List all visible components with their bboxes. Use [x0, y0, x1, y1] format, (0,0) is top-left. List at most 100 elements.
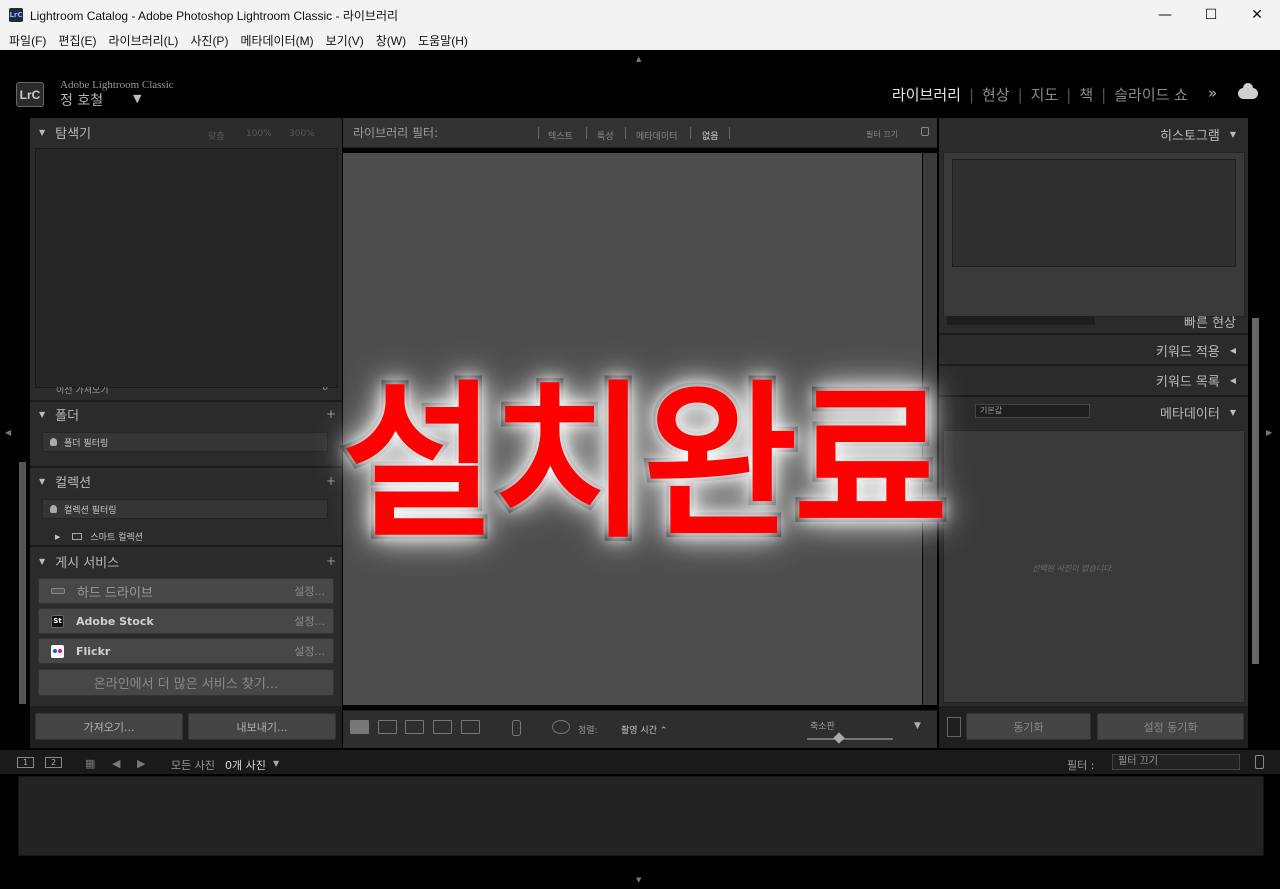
menu-bar: 파일(F) 편집(E) 라이브러리(L) 사진(P) 메타데이터(M) 보기(V…: [0, 30, 1280, 50]
histogram-header[interactable]: 히스토그램 ▼: [939, 120, 1248, 148]
back-arrow-icon[interactable]: ◀: [112, 757, 120, 770]
thumbnail-size-slider[interactable]: [807, 738, 893, 740]
sync-settings-button[interactable]: 설정 동기화: [1097, 713, 1244, 740]
filter-tab-text[interactable]: 텍스트: [548, 129, 573, 142]
hard-drive-service[interactable]: 하드 드라이브 설정...: [38, 578, 334, 604]
find-more-services-button[interactable]: 온라인에서 더 많은 서비스 찾기...: [38, 669, 334, 696]
flickr-service[interactable]: Flickr 설정...: [38, 638, 334, 664]
user-name[interactable]: 정 호철: [60, 90, 103, 110]
cloud-icon[interactable]: [1238, 83, 1258, 99]
saved-preset-select[interactable]: [947, 316, 1095, 325]
more-modules-icon[interactable]: »: [1208, 84, 1217, 102]
survey-view-icon[interactable]: [433, 720, 452, 734]
secondary-window-button[interactable]: 2: [45, 757, 62, 768]
filmstrip[interactable]: [18, 776, 1264, 856]
collections-header[interactable]: ▼ 컬렉션 +: [30, 467, 342, 495]
histogram-graph: [952, 159, 1236, 267]
filter-tab-metadata[interactable]: 메타데이터: [636, 129, 677, 142]
import-button[interactable]: 가져오기...: [35, 713, 183, 740]
zoom-300[interactable]: 300%: [289, 129, 315, 139]
adobe-stock-settings[interactable]: 설정...: [294, 613, 325, 629]
export-button[interactable]: 내보내기...: [188, 713, 336, 740]
left-panel-scrollbar[interactable]: [19, 462, 26, 704]
menu-photo[interactable]: 사진(P): [184, 32, 234, 49]
filter-tab-none[interactable]: 없음: [702, 129, 719, 142]
menu-window[interactable]: 창(W): [370, 32, 412, 49]
filmstrip-lock-icon[interactable]: [1255, 755, 1264, 769]
spray-can-icon[interactable]: [512, 720, 521, 736]
keyword-list-header[interactable]: 키워드 목록 ◀: [939, 366, 1248, 394]
module-library[interactable]: 라이브러리: [884, 84, 969, 105]
triangle-left-icon: ◀: [1229, 345, 1236, 355]
quick-develop-header[interactable]: 빠른 현상: [939, 316, 1248, 332]
triangle-down-icon: ▼: [39, 476, 46, 486]
menu-metadata[interactable]: 메타데이터(M): [234, 32, 319, 49]
grid-icon[interactable]: ▦: [85, 757, 95, 770]
menu-view[interactable]: 보기(V): [320, 32, 370, 49]
filmstrip-source[interactable]: 모든 사진: [171, 757, 215, 773]
auto-sync-toggle[interactable]: [947, 717, 961, 737]
filter-tab-attribute[interactable]: 특성: [597, 129, 614, 142]
menu-edit[interactable]: 편집(E): [52, 32, 102, 49]
close-button[interactable]: ✕: [1234, 0, 1280, 30]
menu-library[interactable]: 라이브러리(L): [102, 32, 184, 49]
flickr-settings[interactable]: 설정...: [294, 643, 325, 659]
filmstrip-filter-select[interactable]: 필터 끄기: [1112, 754, 1240, 770]
grid-view-icon[interactable]: [350, 720, 369, 734]
collection-filter-input[interactable]: 컬렉션 필터링: [42, 499, 328, 519]
folder-filter-placeholder: 폴더 필터링: [64, 438, 109, 449]
compare-view-icon[interactable]: [405, 720, 424, 734]
module-slideshow[interactable]: 슬라이드 쇼: [1106, 84, 1196, 105]
hard-drive-icon: [51, 588, 65, 594]
separator: [625, 127, 626, 139]
triangle-right-icon: ▶: [55, 532, 61, 541]
previous-import-row[interactable]: 이전 가져오기 0: [40, 387, 338, 395]
sort-order-select[interactable]: 촬영 시간 ⌃: [621, 723, 667, 736]
zoom-fit[interactable]: 맞춤: [208, 129, 225, 142]
right-panel-scrollbar[interactable]: [1252, 318, 1259, 664]
lock-icon[interactable]: [921, 127, 929, 136]
sort-label: 정렬:: [578, 726, 598, 736]
left-panel-toggle-icon[interactable]: ◀: [5, 428, 11, 437]
triangle-down-icon: ▼: [39, 127, 46, 137]
forward-arrow-icon[interactable]: ▶: [137, 757, 145, 770]
loupe-view-icon[interactable]: [378, 720, 397, 734]
hard-drive-settings[interactable]: 설정...: [294, 583, 325, 599]
primary-window-button[interactable]: 1: [17, 757, 34, 768]
right-panel-toggle-icon[interactable]: ▶: [1266, 428, 1272, 437]
module-map[interactable]: 지도: [1023, 84, 1067, 105]
smart-collection-item[interactable]: ▶ 스마트 컬렉션: [55, 530, 143, 544]
count-chevron-down-icon[interactable]: ▼: [273, 759, 279, 768]
filmstrip-photo-count[interactable]: 0개 사진: [225, 757, 266, 773]
module-book[interactable]: 책: [1071, 84, 1101, 105]
menu-help[interactable]: 도움말(H): [412, 32, 474, 49]
metadata-title: 메타데이터: [1160, 406, 1220, 422]
zoom-100[interactable]: 100%: [246, 129, 272, 139]
folder-filter-input[interactable]: 폴더 필터링: [42, 432, 328, 452]
publish-services-header[interactable]: ▼ 게시 서비스 +: [30, 547, 342, 575]
add-service-icon[interactable]: +: [326, 554, 336, 568]
filter-off-preset[interactable]: 필터 끄기: [866, 129, 898, 140]
top-panel-toggle-icon[interactable]: ▲: [636, 55, 641, 63]
metadata-preset-select[interactable]: 기본값: [975, 404, 1090, 418]
adobe-stock-service[interactable]: St Adobe Stock 설정...: [38, 608, 334, 634]
user-caret-icon[interactable]: ▼: [133, 92, 141, 105]
sync-button[interactable]: 동기화: [966, 713, 1091, 740]
folders-header[interactable]: ▼ 폴더 +: [30, 400, 342, 428]
publish-services-title: 게시 서비스: [55, 555, 120, 571]
sort-direction-icon[interactable]: [552, 720, 570, 734]
minimize-button[interactable]: —: [1142, 0, 1188, 30]
keywording-header[interactable]: 키워드 적용 ◀: [939, 336, 1248, 364]
bottom-panel-toggle-icon[interactable]: ▼: [636, 876, 641, 884]
triangle-down-icon: ▼: [1229, 407, 1236, 417]
menu-file[interactable]: 파일(F): [3, 32, 52, 49]
triangle-down-icon: ▼: [39, 556, 46, 566]
triangle-left-icon: ◀: [1229, 375, 1236, 385]
navigator-title: 탐색기: [55, 126, 92, 142]
divider: [939, 333, 1248, 335]
maximize-button[interactable]: ☐: [1188, 0, 1234, 30]
navigator-preview: [35, 148, 338, 388]
module-develop[interactable]: 현상: [974, 84, 1018, 105]
toolbar-options-chevron-down-icon[interactable]: ▼: [914, 721, 921, 731]
people-view-icon[interactable]: [461, 720, 480, 734]
